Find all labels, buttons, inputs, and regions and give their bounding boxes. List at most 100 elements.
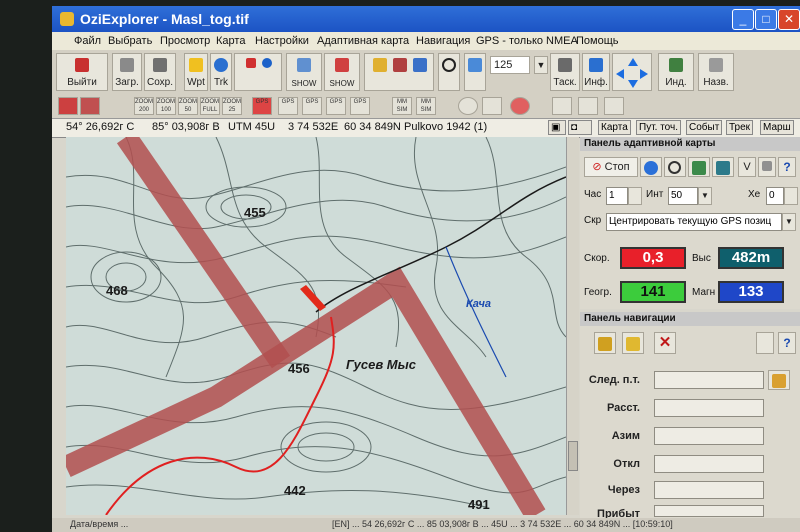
route-icon — [246, 58, 256, 68]
nav-help-icon[interactable]: ? — [778, 332, 796, 354]
tab-map[interactable]: Карта — [598, 120, 631, 135]
next-wp-button[interactable] — [768, 370, 790, 390]
object3-icon — [413, 58, 427, 72]
gps-e-button[interactable]: GPS — [350, 97, 370, 115]
menu-settings[interactable]: Настройки — [255, 35, 309, 47]
nav-goto-button[interactable] — [622, 332, 644, 354]
menu-help[interactable]: Помощь — [576, 35, 619, 47]
filter-icon[interactable] — [604, 97, 624, 115]
tab-track[interactable]: Трек — [726, 120, 754, 135]
track-button[interactable]: Trk — [210, 53, 232, 91]
v-button[interactable]: V — [738, 157, 756, 177]
hour-input[interactable]: 1 — [606, 187, 628, 205]
gps-a-button[interactable]: GPS — [252, 97, 272, 115]
scrollbar-thumb[interactable] — [568, 441, 578, 471]
indicator-button[interactable]: Инд. — [658, 53, 694, 91]
screen-mode-arrow[interactable]: ▼ — [782, 213, 796, 231]
menu-select[interactable]: Выбрать — [108, 35, 152, 47]
window-title: OziExplorer - Masl_tog.tif — [80, 11, 249, 27]
tool-b-icon[interactable] — [80, 97, 100, 115]
zoom-50-button[interactable]: ZOOM 50 — [178, 97, 198, 115]
show-waypoints-button[interactable]: SHOW — [286, 53, 322, 91]
object-tools[interactable] — [364, 53, 434, 91]
save-button[interactable]: Сохр. — [144, 53, 176, 91]
status-longitude: 85° 03,908г В — [152, 121, 220, 133]
maximize-button[interactable]: □ — [755, 9, 777, 30]
menu-file[interactable]: Файл — [74, 35, 101, 47]
pan-right-icon[interactable] — [640, 69, 648, 79]
mm-sim-button[interactable]: MM SIM — [392, 97, 412, 115]
xe-label: Хе — [748, 189, 761, 200]
stop-icon: ⊘ — [592, 161, 602, 173]
chart-icon[interactable] — [552, 97, 572, 115]
load-button[interactable]: Загр. — [112, 53, 142, 91]
tool-a-icon[interactable] — [58, 97, 78, 115]
status-bar: 54° 26,692г С 85° 03,908г В UTM 45U 3 74… — [52, 119, 800, 138]
pan-control[interactable] — [612, 53, 652, 91]
close-button[interactable]: ✕ — [778, 9, 800, 30]
map-label-468: 468 — [106, 283, 128, 298]
anchor-icon[interactable] — [482, 97, 502, 115]
xe-input[interactable]: 0 — [766, 187, 784, 205]
names-button[interactable]: Назв. — [698, 53, 734, 91]
menu-gps-nmea[interactable]: GPS - только NMEA — [476, 35, 578, 47]
nav-route-button[interactable] — [594, 332, 616, 354]
map-view[interactable]: 455 468 456 442 491 Гусев Мыс Кача — [66, 137, 566, 515]
xe-stepper[interactable] — [784, 187, 798, 205]
menu-bar: Файл Выбрать Просмотр Карта Настройки Ад… — [52, 32, 800, 50]
int-dropdown-arrow[interactable]: ▼ — [698, 187, 712, 205]
mag-heading-value: 133 — [718, 281, 784, 303]
task-button[interactable]: Таск. — [550, 53, 580, 91]
map-layer-button[interactable] — [688, 157, 710, 177]
info-button[interactable]: Инф. — [582, 53, 610, 91]
exit-icon — [75, 58, 89, 72]
gps-b-button[interactable]: GPS — [278, 97, 298, 115]
gps-d-button[interactable]: GPS — [326, 97, 346, 115]
show-tracks-button[interactable]: SHOW — [324, 53, 360, 91]
minimize-button[interactable]: _ — [732, 9, 754, 30]
zoom-select[interactable]: 125 — [490, 56, 530, 74]
waypoint-button[interactable]: Wpt — [184, 53, 208, 91]
route-tools[interactable] — [234, 53, 282, 91]
map-scrollbar[interactable] — [566, 137, 579, 515]
graph-icon[interactable] — [578, 97, 598, 115]
status-icon-b[interactable]: ◘ — [568, 120, 592, 135]
zoom-100-button[interactable]: ZOOM 100 — [156, 97, 176, 115]
map-edit-button[interactable] — [712, 157, 734, 177]
center-button[interactable] — [640, 157, 662, 177]
pan-left-icon[interactable] — [616, 69, 624, 79]
zoom-full-button[interactable]: ZOOM FULL — [200, 97, 220, 115]
menu-view[interactable]: Просмотр — [160, 35, 210, 47]
pan-up-icon[interactable] — [628, 58, 638, 66]
tab-events[interactable]: Событ — [686, 120, 723, 135]
map-select-button[interactable] — [464, 53, 486, 91]
hour-stepper[interactable] — [628, 187, 642, 205]
gps-c-button[interactable]: GPS — [302, 97, 322, 115]
screen-mode-select[interactable]: Центрировать текущую GPS позиц — [606, 213, 782, 231]
zoom-dropdown-arrow[interactable]: ▼ — [534, 56, 548, 74]
menu-map[interactable]: Карта — [216, 35, 245, 47]
mm-sim2-button[interactable]: MM SIM — [416, 97, 436, 115]
lifebuoy-icon[interactable] — [510, 97, 530, 115]
tab-route[interactable]: Марш — [760, 120, 794, 135]
topographic-map[interactable]: 455 468 456 442 491 Гусев Мыс Кача — [66, 137, 566, 515]
help-icon[interactable]: ? — [778, 157, 796, 177]
nav-tools-button[interactable] — [756, 332, 774, 354]
zoom-map-button[interactable] — [664, 157, 686, 177]
int-select[interactable]: 50 — [668, 187, 698, 205]
menu-adaptive-map[interactable]: Адаптивная карта — [317, 35, 409, 47]
stop-button[interactable]: ⊘ Стоп — [584, 157, 638, 177]
tools-button[interactable] — [758, 157, 776, 177]
crosshair-icon[interactable] — [458, 97, 478, 115]
tab-waypoints[interactable]: Пут. точ. — [636, 120, 682, 135]
exit-button[interactable]: Выйти — [56, 53, 108, 91]
pan-down-icon[interactable] — [628, 80, 638, 88]
menu-navigation[interactable]: Навигация — [416, 35, 470, 47]
zoom-200-button[interactable]: ZOOM 200 — [134, 97, 154, 115]
indicator-icon — [669, 58, 683, 72]
find-button[interactable] — [438, 53, 460, 91]
zoom-25-button[interactable]: ZOOM 25 — [222, 97, 242, 115]
next-wp-label: След. п.т. — [588, 374, 640, 386]
nav-cancel-icon[interactable]: ✕ — [654, 332, 676, 354]
status-icon-a[interactable]: ▣ — [548, 120, 566, 135]
